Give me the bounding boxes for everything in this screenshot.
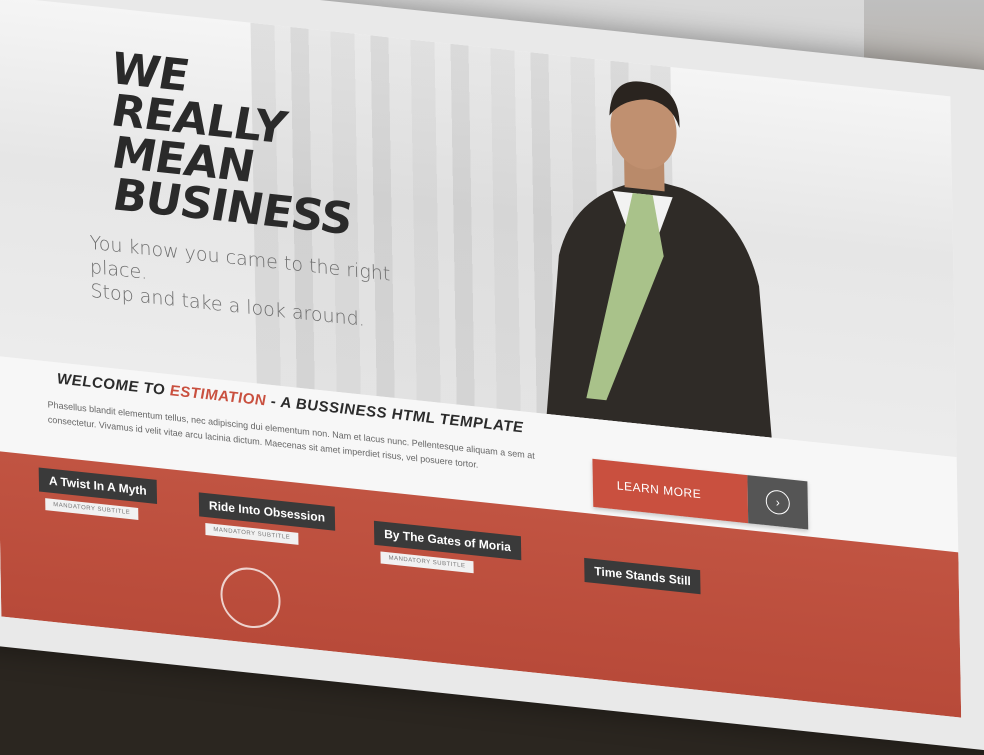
learn-more-label[interactable]: LEARN MORE [592, 458, 749, 524]
feature-subtitle: MANDATORY SUBTITLE [380, 551, 474, 574]
feature-card[interactable]: By The Gates of Moria MANDATORY SUBTITLE [373, 520, 522, 579]
hero-headline: WE REALLY MEAN BUSINESS [111, 43, 352, 245]
tagline-line: Stop and take a look around. [90, 279, 365, 331]
feature-card[interactable]: Ride Into Obsession MANDATORY SUBTITLE [198, 492, 336, 632]
businessman-photo [546, 81, 772, 438]
feature-card[interactable]: Time Stands Still [584, 557, 702, 595]
learn-more-arrow[interactable]: › [747, 475, 809, 530]
feature-title[interactable]: Time Stands Still [584, 557, 702, 595]
feature-card[interactable]: A Twist In A Myth MANDATORY SUBTITLE [38, 467, 157, 521]
tablet-device: WE REALLY MEAN BUSINESS You know you cam… [0, 0, 984, 755]
brand-name: ESTIMATION [169, 382, 267, 410]
feature-circle-icon [219, 564, 282, 632]
chevron-right-icon: › [765, 489, 791, 516]
feature-subtitle: MANDATORY SUBTITLE [45, 498, 139, 520]
website-screen: WE REALLY MEAN BUSINESS You know you cam… [0, 0, 962, 718]
welcome-prefix: WELCOME TO [56, 370, 170, 400]
feature-subtitle: MANDATORY SUBTITLE [205, 523, 299, 545]
